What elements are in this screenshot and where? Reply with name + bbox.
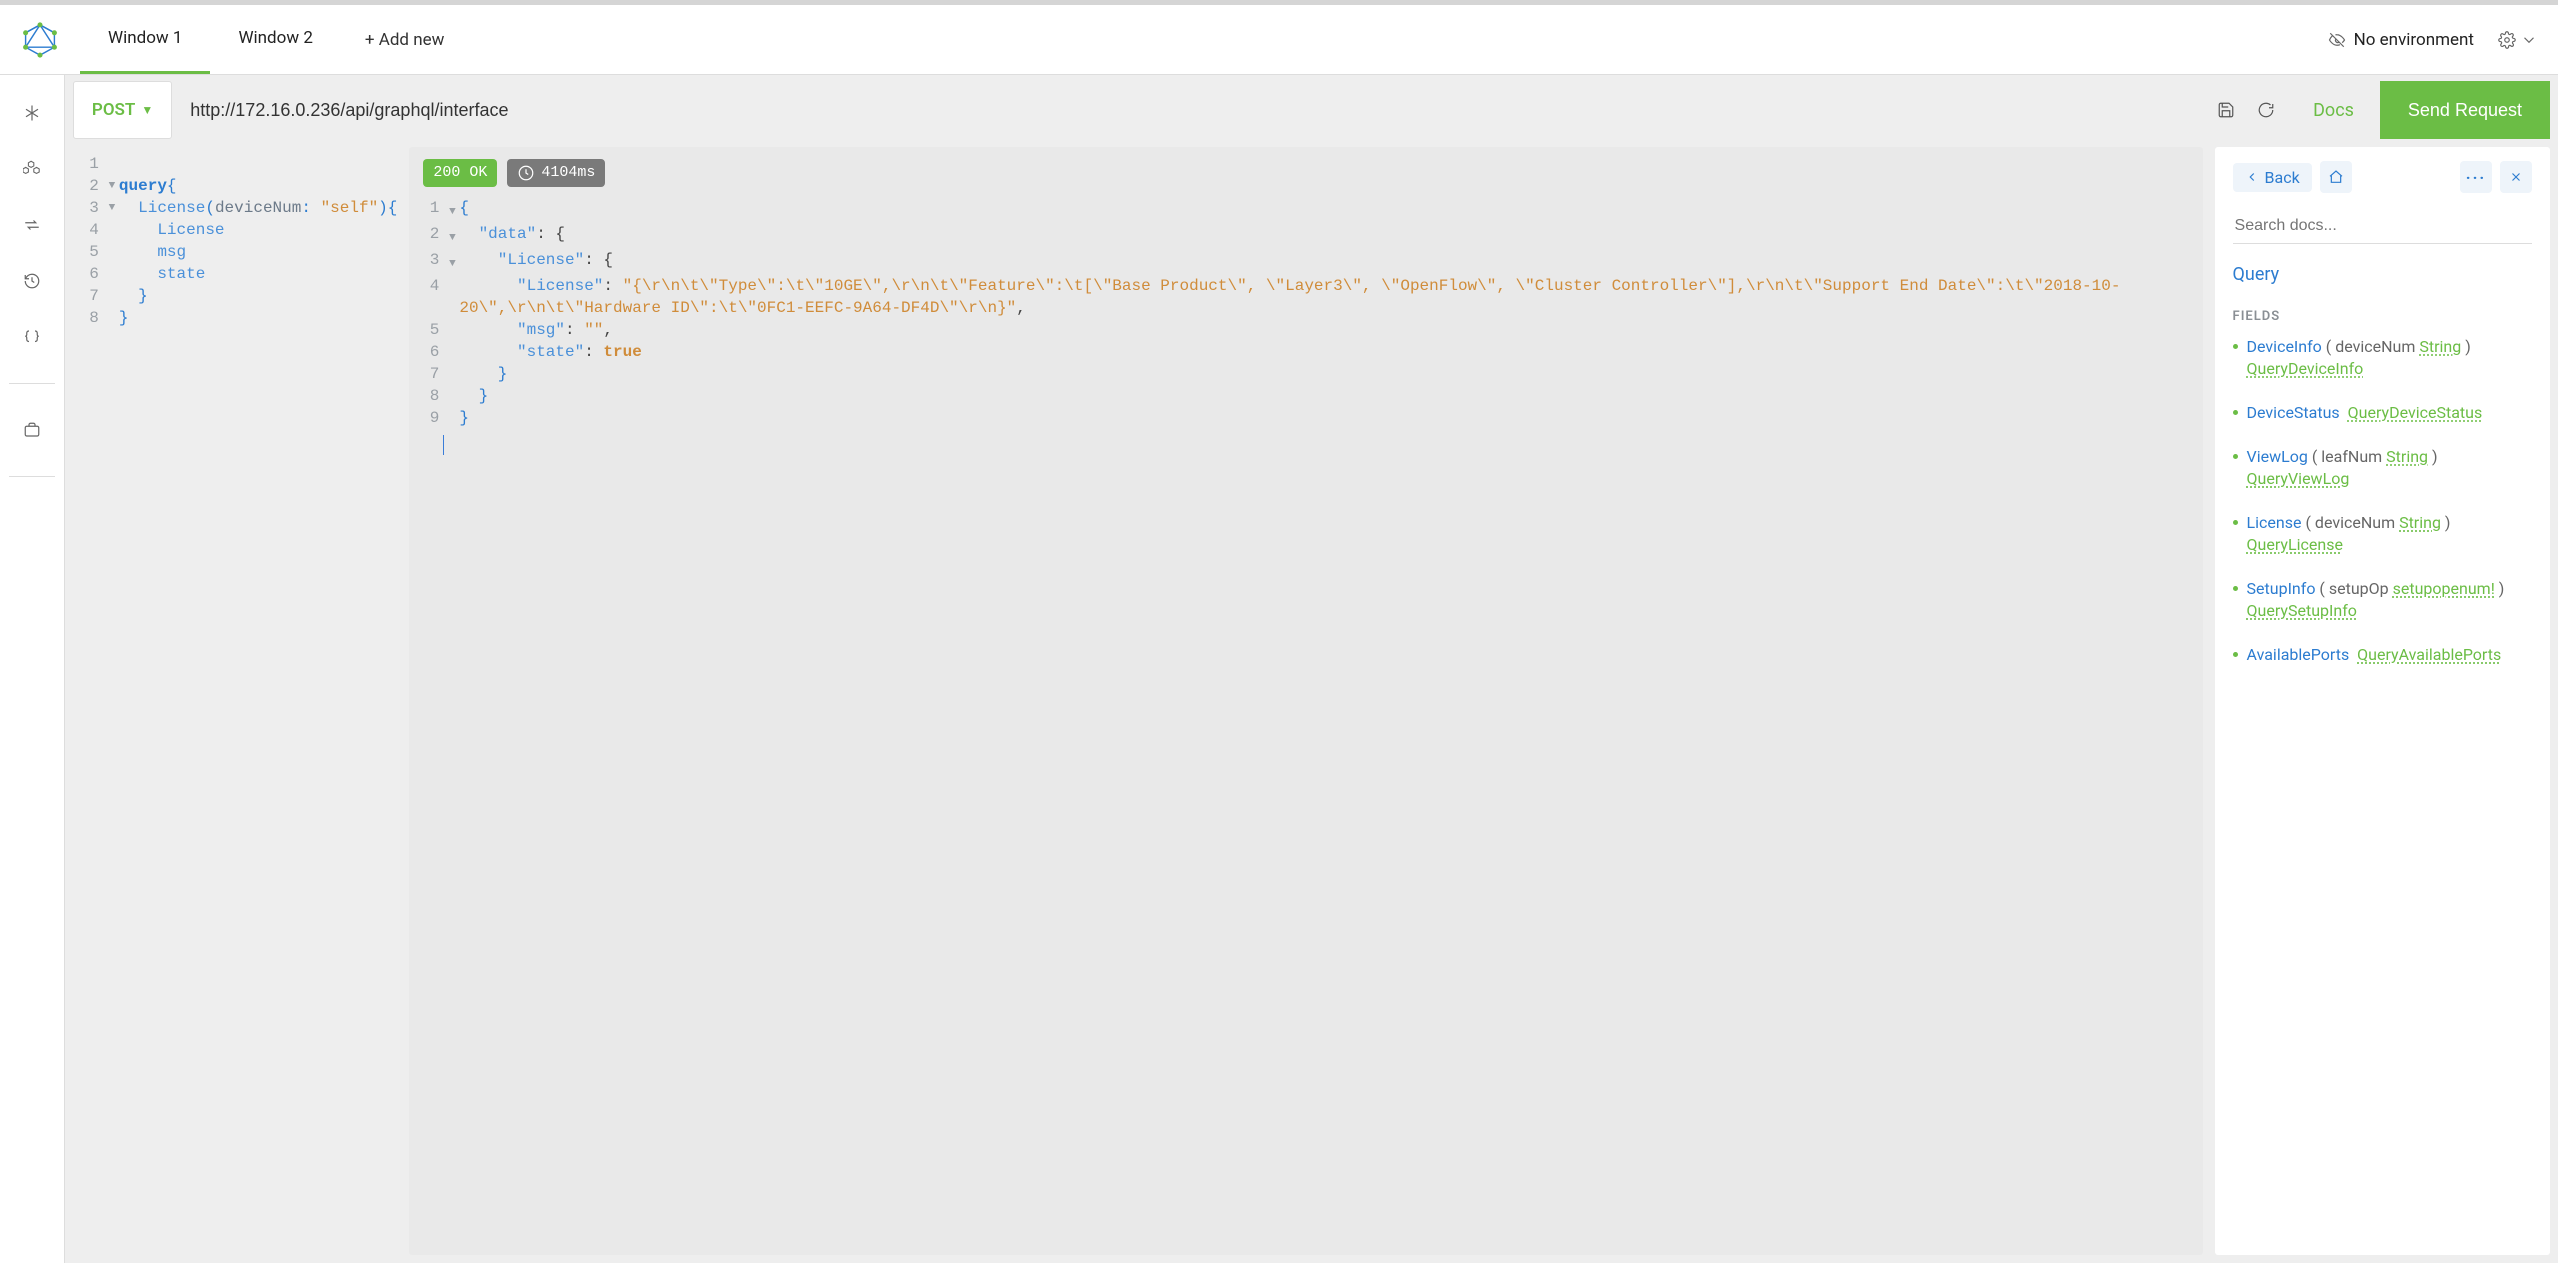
query-editor[interactable]: 1 2▼query{ 3▼ License(deviceNum: "self")…	[73, 147, 397, 1255]
docs-more-button[interactable]: ···	[2460, 161, 2492, 193]
docs-panel: Back ··· Query FIELDS DeviceInfo ( devic…	[2215, 147, 2550, 1255]
reload-icon[interactable]	[2257, 101, 2275, 119]
docs-root-type[interactable]: Query	[2233, 264, 2532, 285]
docs-fields-label: FIELDS	[2233, 309, 2532, 324]
gear-icon	[2498, 31, 2516, 49]
clock-icon	[517, 164, 535, 182]
cubes-icon	[23, 160, 41, 178]
app-logo	[0, 5, 80, 74]
window-tab-1[interactable]: Window 1	[80, 5, 210, 74]
sidebar-pre-request[interactable]	[10, 211, 54, 239]
save-icon[interactable]	[2217, 101, 2235, 119]
send-request-button[interactable]: Send Request	[2380, 81, 2550, 139]
result-panel: 200 OK 4104ms 1▼{ 2▼ "data": { 3▼ "Licen…	[409, 147, 2202, 1255]
cursor-caret	[443, 435, 444, 455]
docs-button[interactable]: Docs	[2295, 81, 2372, 139]
history-icon	[23, 272, 41, 290]
settings-button[interactable]	[2498, 31, 2538, 49]
briefcase-icon	[23, 421, 41, 439]
docs-home-button[interactable]	[2320, 161, 2352, 193]
sidebar-history[interactable]	[10, 267, 54, 295]
sidebar-headers[interactable]	[10, 155, 54, 183]
docs-back-button[interactable]: Back	[2233, 163, 2312, 192]
docs-close-button[interactable]	[2500, 161, 2532, 193]
time-badge: 4104ms	[507, 159, 605, 187]
graphql-logo-icon	[22, 22, 58, 58]
method-select[interactable]: POST ▼	[73, 81, 172, 139]
status-badge: 200 OK	[423, 159, 497, 187]
environment-button[interactable]: No environment	[2328, 30, 2474, 50]
url-input[interactable]	[180, 81, 2197, 139]
sidebar-variables[interactable]	[10, 99, 54, 127]
add-window-tab[interactable]: + Add new	[341, 5, 469, 74]
docs-field-item[interactable]: ViewLog ( leafNum String ) QueryViewLog	[2233, 446, 2532, 490]
docs-field-item[interactable]: DeviceInfo ( deviceNum String ) QueryDev…	[2233, 336, 2532, 380]
docs-field-item[interactable]: DeviceStatus QueryDeviceStatus	[2233, 402, 2532, 424]
curly-braces-icon	[23, 328, 41, 346]
window-tabs: Window 1 Window 2 + Add new	[80, 5, 468, 74]
triangle-down-icon: ▼	[141, 103, 153, 117]
chevron-down-icon	[2520, 31, 2538, 49]
snowflake-icon	[23, 104, 41, 122]
arrows-swap-icon	[23, 216, 41, 234]
header: Window 1 Window 2 + Add new No environme…	[0, 5, 2558, 75]
docs-field-item[interactable]: AvailablePorts QueryAvailablePorts	[2233, 644, 2532, 666]
docs-field-list: DeviceInfo ( deviceNum String ) QueryDev…	[2233, 336, 2532, 666]
sidebar	[0, 75, 65, 1263]
sidebar-subscriptions[interactable]	[10, 323, 54, 351]
docs-search-input[interactable]	[2233, 209, 2532, 244]
sidebar-collections[interactable]	[10, 416, 54, 444]
docs-field-item[interactable]: SetupInfo ( setupOp setupopenum! ) Query…	[2233, 578, 2532, 622]
method-label: POST	[92, 100, 135, 120]
environment-label: No environment	[2354, 30, 2474, 50]
eye-off-icon	[2328, 31, 2346, 49]
window-tab-2[interactable]: Window 2	[210, 5, 340, 74]
url-bar: POST ▼ Docs Send Request	[73, 81, 2550, 139]
main-area: POST ▼ Docs Send Request 1 2▼query{ 3▼ L…	[65, 75, 2558, 1263]
docs-field-item[interactable]: License ( deviceNum String ) QueryLicens…	[2233, 512, 2532, 556]
